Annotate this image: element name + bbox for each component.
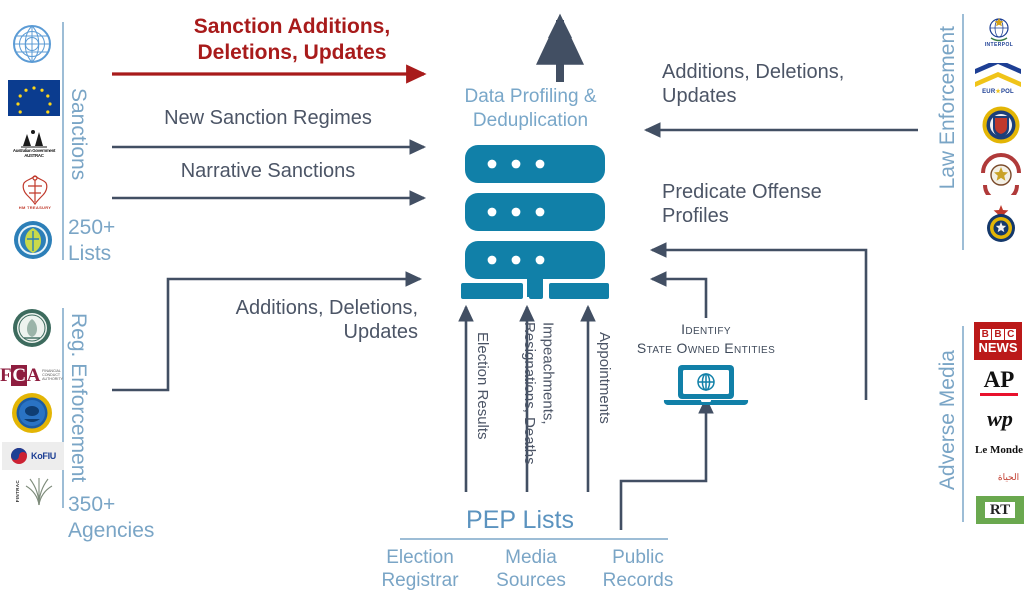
ap-logo-text: AP — [983, 367, 1015, 393]
swiss-seco-logo — [10, 218, 56, 262]
adverse-media-group-divider — [962, 326, 964, 522]
fbi-seal-logo — [980, 104, 1022, 146]
washington-post-logo: wp — [978, 404, 1022, 434]
identify-state-owned-entities-label: Identify State Owned Entities — [636, 321, 776, 356]
pep-lists-title: PEP Lists — [466, 506, 574, 534]
pep-source-election-registrar: Election Registrar — [381, 547, 459, 592]
database-server-icon — [459, 143, 611, 299]
national-police-crest-logo — [980, 202, 1022, 246]
associated-press-logo: AP — [976, 366, 1022, 400]
fca-logo-subtext: FINANCIAL CONDUCT AUTHORITY — [42, 368, 63, 382]
le-monde-logo-text: Le Monde — [975, 444, 1023, 456]
al-hayat-logo: الحياة — [976, 464, 1024, 490]
hm-treasury-logo: HM TREASURY — [8, 170, 62, 214]
arrow-soe-to-hub — [649, 271, 708, 318]
kofiu-logo-text: KoFIU — [31, 450, 56, 461]
al-hayat-logo-text: الحياة — [997, 471, 1020, 482]
austrac-australian-government-logo: Australian Government AUSTRAC — [4, 124, 64, 162]
election-results-label: Election Results — [473, 332, 491, 440]
law-enforcement-group-label: Law Enforcement — [936, 26, 959, 190]
appointments-label: Appointments — [595, 332, 613, 424]
narrative-sanctions-label: Narrative Sanctions — [180, 160, 356, 182]
hub-title: Data Profiling & Deduplication — [464, 86, 597, 131]
sanction-additions-title: Sanction Additions, Deletions, Updates — [193, 15, 391, 64]
bbc-news-logo-text: NEWS — [978, 339, 1018, 355]
adverse-media-group-label: Adverse Media — [936, 350, 959, 491]
sanctions-group-label: Sanctions — [67, 88, 90, 181]
sanctions-count-label: 250+ Lists — [68, 216, 116, 266]
reg-enforcement-group-label: Reg. Enforcement — [67, 313, 90, 483]
rt-logo-text: RT — [984, 501, 1016, 519]
ap-logo-rule — [980, 392, 1018, 396]
police-crest-logo — [980, 152, 1022, 196]
pep-source-public-records: Public Records — [602, 547, 674, 592]
pep-source-media-sources: Media Sources — [496, 547, 566, 592]
fca-logo-text: FCA — [0, 364, 41, 386]
kofiu-logo: KoFIU — [2, 442, 64, 470]
impeachments-resignations-deaths-label: Impeachments, Resignations, Deaths — [520, 322, 557, 465]
law-enforcement-group-divider — [962, 14, 964, 250]
interpol-logo-text: INTERPOL — [984, 41, 1014, 48]
reg-enforcement-count-label: 350+ Agencies — [68, 493, 155, 543]
rt-logo: RT — [976, 496, 1024, 524]
diagram-canvas: Sanctions 250+ Lists Australian Governme… — [0, 0, 1024, 612]
fca-financial-conduct-authority-logo: FCA FINANCIAL CONDUCT AUTHORITY — [0, 358, 66, 392]
reg-enforcement-additions-label: Additions, Deletions, Updates — [235, 297, 418, 344]
predicate-offense-profiles-label: Predicate Offense Profiles — [662, 181, 822, 228]
un-logo — [8, 22, 56, 66]
eu-flag-logo — [8, 80, 60, 116]
le-monde-logo: Le Monde — [974, 438, 1024, 462]
hm-treasury-logo-text: HM TREASURY — [18, 205, 52, 210]
finra-seal-logo — [8, 390, 56, 436]
fintrac-logo-text: FINTRAC — [14, 479, 20, 503]
fintrac-logo: FINTRAC — [4, 472, 66, 510]
europol-logo: EUR★POL — [972, 60, 1024, 98]
law-enforcement-additions-label: Additions, Deletions, Updates — [662, 61, 845, 108]
bbc-logo-text: B B C — [979, 328, 1017, 340]
new-sanction-regimes-label: New Sanction Regimes — [164, 107, 372, 129]
arrow-public-records-to-soe — [619, 396, 714, 530]
us-treasury-ofac-logo — [8, 306, 56, 350]
laptop-globe-icon — [660, 364, 752, 406]
europol-logo-text: EUR★POL — [982, 89, 1014, 95]
austrac-logo-text: Australian Government AUSTRAC — [12, 148, 56, 158]
washington-post-logo-text: wp — [987, 406, 1013, 431]
interpol-logo: INTERPOL — [976, 12, 1022, 52]
pep-lists-underline — [400, 538, 668, 540]
bbc-news-logo: B B C NEWS — [974, 322, 1022, 360]
